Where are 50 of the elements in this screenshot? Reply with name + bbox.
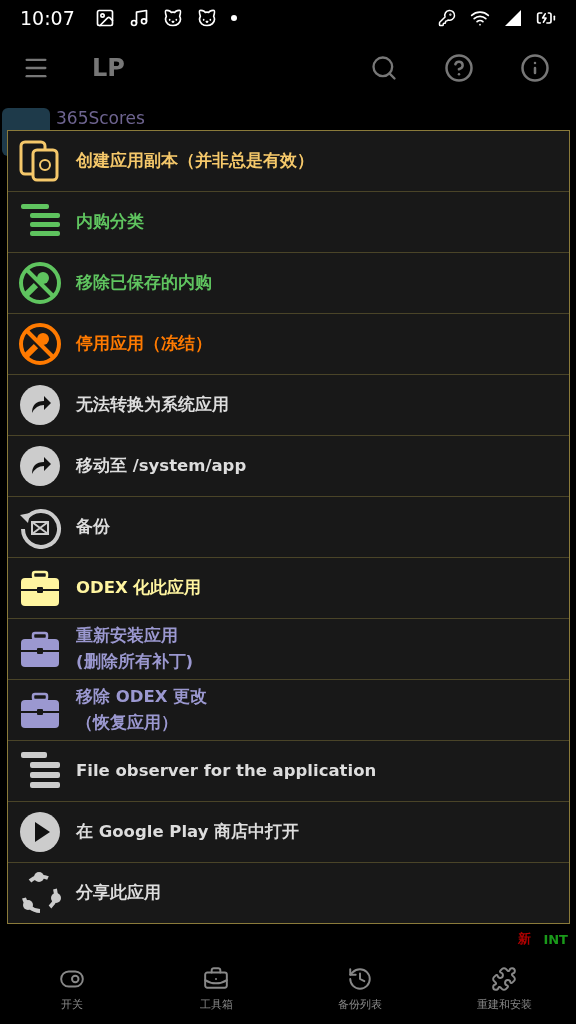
nav-tab[interactable]: 备份列表	[288, 960, 432, 1024]
menu-item[interactable]: 停用应用（冻结）	[8, 313, 569, 374]
menu-item[interactable]: ODEX 化此应用	[8, 557, 569, 618]
menu-item[interactable]: 创建应用副本（并非总是有效）	[8, 131, 569, 191]
nav-tab[interactable]: 工具箱	[144, 960, 288, 1024]
menu-item[interactable]: 内购分类	[8, 191, 569, 252]
app-tag: INT	[543, 931, 568, 947]
cat-icon	[196, 8, 217, 28]
key-icon	[438, 9, 456, 27]
backup-icon	[347, 966, 373, 992]
nav-tab[interactable]: 重建和安装	[432, 960, 576, 1024]
menu-item[interactable]: 移动至 /system/app	[8, 435, 569, 496]
menu-item-label: 内购分类	[76, 211, 144, 233]
menu-item-label: 分享此应用	[76, 882, 161, 904]
app-title: LP	[92, 54, 126, 82]
puzzle-icon	[491, 966, 517, 992]
menu-item[interactable]: 移除 ODEX 更改 （恢复应用）	[8, 679, 569, 740]
music-icon	[128, 8, 149, 28]
menu-item-label: 创建应用副本（并非总是有效）	[76, 150, 314, 172]
cat-icon	[162, 8, 183, 28]
image-icon	[94, 8, 115, 28]
menu-item-label: ODEX 化此应用	[76, 577, 202, 599]
menu-item[interactable]: File observer for the application	[8, 740, 569, 801]
menu-item-label: 移除 ODEX 更改 （恢复应用）	[76, 686, 208, 734]
app-name: 365Scores	[56, 108, 145, 128]
menu-item[interactable]: 无法转换为系统应用	[8, 374, 569, 435]
play-icon	[18, 810, 62, 854]
menu-item[interactable]: 移除已保存的内购	[8, 252, 569, 313]
nav-tab[interactable]: 开关	[0, 960, 144, 1024]
status-time: 10:07	[20, 7, 75, 29]
menu-item-label: 无法转换为系统应用	[76, 394, 229, 416]
menu-item[interactable]: 重新安装应用 (删除所有补丁)	[8, 618, 569, 679]
menu-item-label: 重新安装应用 (删除所有补丁)	[76, 625, 194, 673]
menu-item-label: 备份	[76, 516, 110, 538]
menu-item-label: 移动至 /system/app	[76, 455, 247, 477]
copy-icon	[18, 139, 62, 183]
no-key-icon	[18, 261, 62, 305]
signal-icon	[504, 9, 522, 27]
toolbox-icon	[203, 966, 229, 992]
app-tag: 新	[518, 930, 532, 948]
menu-item-label: File observer for the application	[76, 760, 377, 782]
menu-item-label: 移除已保存的内购	[76, 272, 212, 294]
menu-item-label: 停用应用（冻结）	[76, 333, 212, 355]
menu-item[interactable]: 在 Google Play 商店中打开	[8, 801, 569, 862]
wifi-icon	[470, 8, 490, 28]
no-key-icon	[18, 322, 62, 366]
menu-item[interactable]: 备份	[8, 496, 569, 557]
dot-icon	[230, 15, 237, 21]
menu-item[interactable]: 分享此应用	[8, 862, 569, 923]
menu-item-label: 在 Google Play 商店中打开	[76, 821, 300, 843]
